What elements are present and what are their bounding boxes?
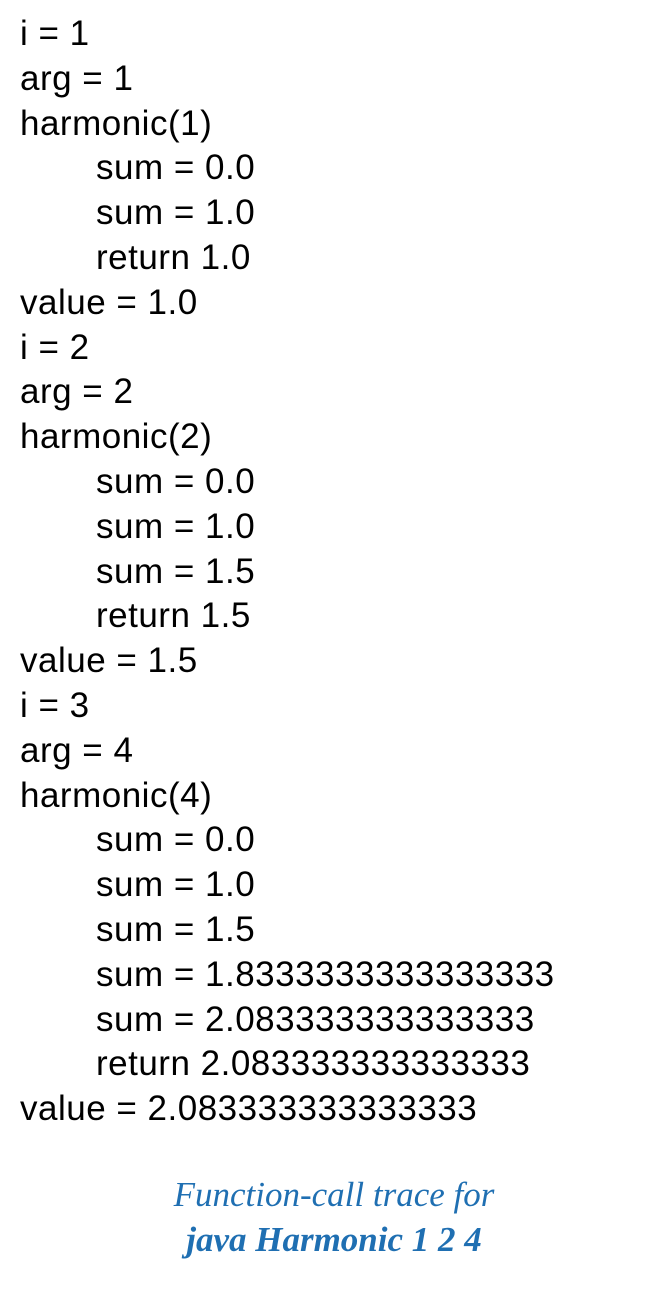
- trace-line: sum = 1.8333333333333333: [20, 953, 648, 998]
- trace-line: harmonic(1): [20, 102, 648, 147]
- function-call-trace: i = 1arg = 1harmonic(1)sum = 0.0sum = 1.…: [20, 12, 648, 1132]
- trace-line: harmonic(2): [20, 415, 648, 460]
- trace-line: harmonic(4): [20, 774, 648, 819]
- trace-line: value = 2.083333333333333: [20, 1087, 648, 1132]
- trace-line: sum = 1.5: [20, 908, 648, 953]
- trace-line: sum = 2.083333333333333: [20, 998, 648, 1043]
- trace-line: value = 1.5: [20, 639, 648, 684]
- trace-line: return 1.0: [20, 236, 648, 281]
- trace-line: return 1.5: [20, 594, 648, 639]
- trace-line: sum = 1.5: [20, 550, 648, 595]
- trace-line: sum = 1.0: [20, 191, 648, 236]
- trace-line: sum = 0.0: [20, 460, 648, 505]
- trace-line: arg = 1: [20, 57, 648, 102]
- trace-line: sum = 1.0: [20, 505, 648, 550]
- trace-line: sum = 0.0: [20, 146, 648, 191]
- trace-line: i = 3: [20, 684, 648, 729]
- trace-line: sum = 1.0: [20, 863, 648, 908]
- caption-line-2: java Harmonic 1 2 4: [20, 1217, 648, 1263]
- trace-line: value = 1.0: [20, 281, 648, 326]
- trace-line: i = 2: [20, 326, 648, 371]
- trace-line: i = 1: [20, 12, 648, 57]
- trace-line: arg = 2: [20, 370, 648, 415]
- trace-line: return 2.083333333333333: [20, 1042, 648, 1087]
- caption: Function-call trace for java Harmonic 1 …: [20, 1172, 648, 1263]
- caption-line-1: Function-call trace for: [20, 1172, 648, 1218]
- trace-line: sum = 0.0: [20, 818, 648, 863]
- trace-line: arg = 4: [20, 729, 648, 774]
